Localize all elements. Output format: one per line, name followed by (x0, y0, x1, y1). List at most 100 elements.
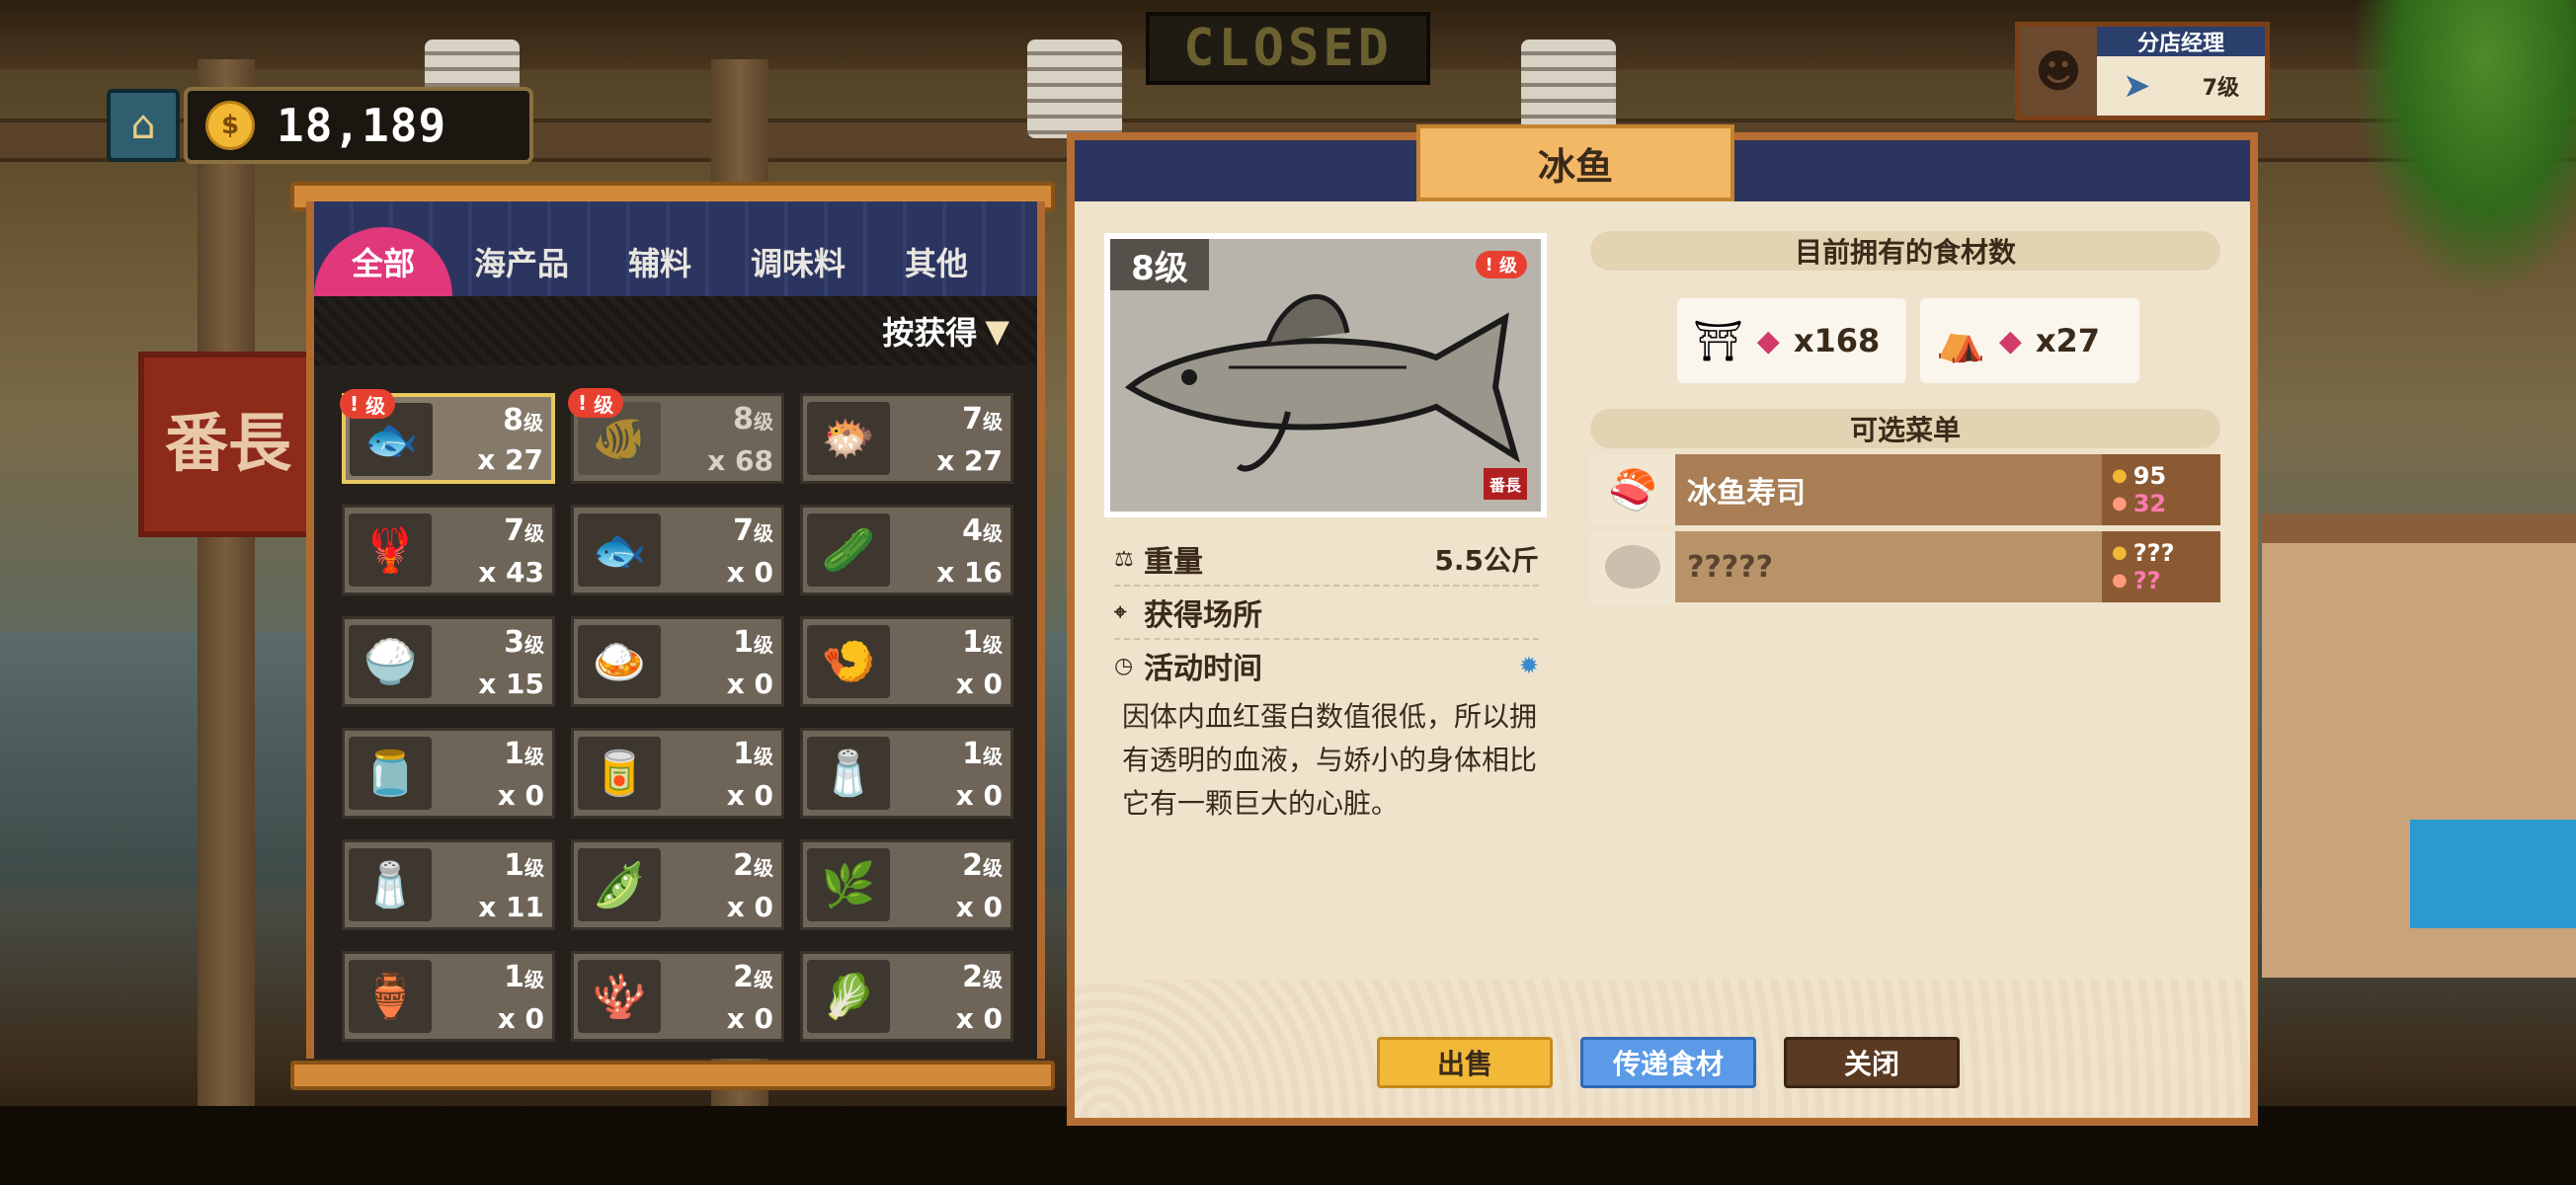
sort-dropdown[interactable]: 按获得 ▼ (314, 296, 1037, 365)
green-pod-icon: 🫛 (578, 848, 661, 921)
fried-item-icon: 🍤 (807, 625, 890, 698)
menu-item[interactable]: 🍣 冰鱼寿司 ● 95 ● 32 (1590, 454, 2220, 525)
taste-icon: ● (2112, 570, 2128, 591)
transfer-button[interactable]: 传递食材 (1580, 1037, 1756, 1088)
close-button[interactable]: 关闭 (1784, 1037, 1960, 1088)
clock-icon: ◷ (1114, 653, 1134, 678)
slot-level: 3级 (504, 625, 544, 660)
ingredient-slot[interactable]: 🧂 1级 x 11 (342, 839, 555, 930)
seaweed-icon: 🥬 (807, 960, 890, 1033)
inventory-panel: 全部 海产品 辅料 调味料 其他 按获得 ▼ ! 级 🐟 8级 x 27! 级 🐠 8级 x… (306, 201, 1045, 1059)
blob-fish-icon: 🐡 (807, 402, 890, 475)
miso-jar-icon: 🏺 (349, 960, 432, 1033)
ingredient-slot[interactable]: 🫛 2级 x 0 (571, 839, 784, 930)
money-display: $ 18,189 (184, 87, 533, 164)
menu-item-price: ●??? ●?? (2102, 531, 2220, 602)
slot-quantity: x 0 (497, 779, 544, 812)
curry-box-icon: 🍛 (578, 625, 661, 698)
ingredient-slot[interactable]: 🪸 2级 x 0 (571, 951, 784, 1042)
ingredient-slot[interactable]: 🫙 1级 x 0 (342, 728, 555, 819)
rice-bag-icon: 🍚 (349, 625, 432, 698)
ingredient-slot[interactable]: 🐡 7级 x 27 (800, 393, 1013, 484)
sell-button[interactable]: 出售 (1377, 1037, 1553, 1088)
ingredient-slot[interactable]: 🍤 1级 x 0 (800, 616, 1013, 707)
slot-level: 2级 (733, 960, 773, 994)
owned-header: 目前拥有的食材数 (1590, 231, 2220, 271)
scroll-rod-bottom (290, 1061, 1055, 1090)
tab-other[interactable]: 其他 (867, 227, 1006, 296)
slot-quantity: x 0 (726, 779, 773, 812)
slot-quantity: x 0 (955, 779, 1003, 812)
menu-header: 可选菜单 (1590, 409, 2220, 448)
paper-lantern (1027, 40, 1122, 138)
hut-icon[interactable]: ⌂ (107, 89, 180, 162)
ingredient-slot[interactable]: 🏺 1级 x 0 (342, 951, 555, 1042)
taste-icon: ● (2112, 493, 2128, 514)
slot-level: 7级 (504, 514, 544, 548)
alert-icon: ! (1485, 254, 1499, 276)
time-label: 活动时间 (1144, 652, 1262, 686)
menu-item-locked[interactable]: ????? ●??? ●?? (1590, 531, 2220, 602)
ingredient-slot[interactable]: 🍚 3级 x 15 (342, 616, 555, 707)
slot-level: 1级 (504, 960, 544, 994)
manager-level: 7级 (2202, 76, 2239, 101)
slot-level: 2级 (733, 848, 773, 883)
money-value: 18,189 (277, 99, 447, 152)
tab-seasonings[interactable]: 调味料 (729, 227, 867, 296)
manager-badge[interactable]: ☻ 分店经理 ➤ 7级 (2015, 22, 2270, 120)
ingredient-title: 冰鱼 (1416, 124, 1734, 201)
alert-badge: ! 级 (1475, 251, 1527, 278)
closed-sign: CLOSED (1146, 12, 1430, 85)
tab-all[interactable]: 全部 (314, 227, 452, 296)
ingredient-slot[interactable]: ! 级 🐟 8级 x 27 (340, 389, 555, 484)
weight-value: 5.5公斤 (1434, 544, 1539, 577)
ingredient-slot[interactable]: 🥒 4级 x 16 (800, 505, 1013, 595)
ingredient-slot[interactable]: 🐟 7级 x 0 (571, 505, 784, 595)
shop-icon: ⛩ (1693, 318, 1743, 364)
tab-ingredients[interactable]: 辅料 (591, 227, 729, 296)
weight-label: 重量 (1144, 545, 1203, 580)
time-row: ◷ 活动时间 ✹ (1114, 640, 1539, 691)
slot-quantity: x 0 (726, 891, 773, 923)
tab-seafood[interactable]: 海产品 (452, 227, 591, 296)
palm-leaves (2351, 0, 2576, 296)
ingredient-detail-panel: 冰鱼 8级 ! 级 番長 ⚖ 重量 5.5公斤 ⌖ 获得场所 ◷ 活动时间 ✹ … (1067, 124, 2258, 1126)
house-window (2410, 820, 2576, 928)
shop-sign: 番長 (138, 352, 318, 537)
herb-leaf-icon: 🌿 (807, 848, 890, 921)
coral-icon: 🪸 (578, 960, 661, 1033)
ingredient-grid: ! 级 🐟 8级 x 27! 级 🐠 8级 x 68 🐡 7级 x 27 🦞 7级 x 43 🐟 7级 x 0… (340, 388, 1013, 1042)
slot-level: 1级 (504, 737, 544, 771)
owned-count-shop: ⛩ ◆ x168 (1677, 298, 1906, 383)
slot-level: 7级 (962, 402, 1003, 436)
ice-fish-illustration: 8级 ! 级 番長 (1110, 239, 1541, 512)
ingredient-slot[interactable]: 🍛 1级 x 0 (571, 616, 784, 707)
ingredient-slot[interactable]: 🧂 1级 x 0 (800, 728, 1013, 819)
restaurant-icon: ⛺ (1936, 318, 1985, 364)
ingredient-level: 8级 (1110, 239, 1209, 290)
slot-level: 8级 (733, 402, 773, 436)
slot-quantity: x 15 (478, 668, 544, 700)
slot-level: 7级 (733, 514, 773, 548)
slot-level: 1级 (733, 737, 773, 771)
slot-quantity: x 43 (478, 556, 544, 589)
ingredient-slot[interactable]: 🌿 2级 x 0 (800, 839, 1013, 930)
mayo-jar-icon: 🥫 (578, 737, 661, 810)
alert-badge: ! 级 (568, 388, 624, 418)
chevron-down-icon: ▼ (985, 312, 1009, 350)
slot-level: 1级 (504, 848, 544, 883)
slot-quantity: x 27 (936, 444, 1003, 477)
ingredient-slot[interactable]: ! 级 🐠 8级 x 68 (568, 388, 784, 484)
ingredient-slot[interactable]: 🥫 1级 x 0 (571, 728, 784, 819)
location-row: ⌖ 获得场所 (1114, 587, 1539, 640)
ingredient-slot[interactable]: 🦞 7级 x 43 (342, 505, 555, 595)
slot-level: 1级 (962, 737, 1003, 771)
slot-level: 2级 (962, 848, 1003, 883)
sun-icon[interactable]: ✹ (1519, 652, 1539, 679)
slot-level: 1级 (733, 625, 773, 660)
slot-quantity: x 16 (936, 556, 1003, 589)
slot-quantity: x 0 (726, 556, 773, 589)
coin-icon: ● (2112, 542, 2128, 563)
ingredient-slot[interactable]: 🥬 2级 x 0 (800, 951, 1013, 1042)
slot-quantity: x 0 (726, 668, 773, 700)
